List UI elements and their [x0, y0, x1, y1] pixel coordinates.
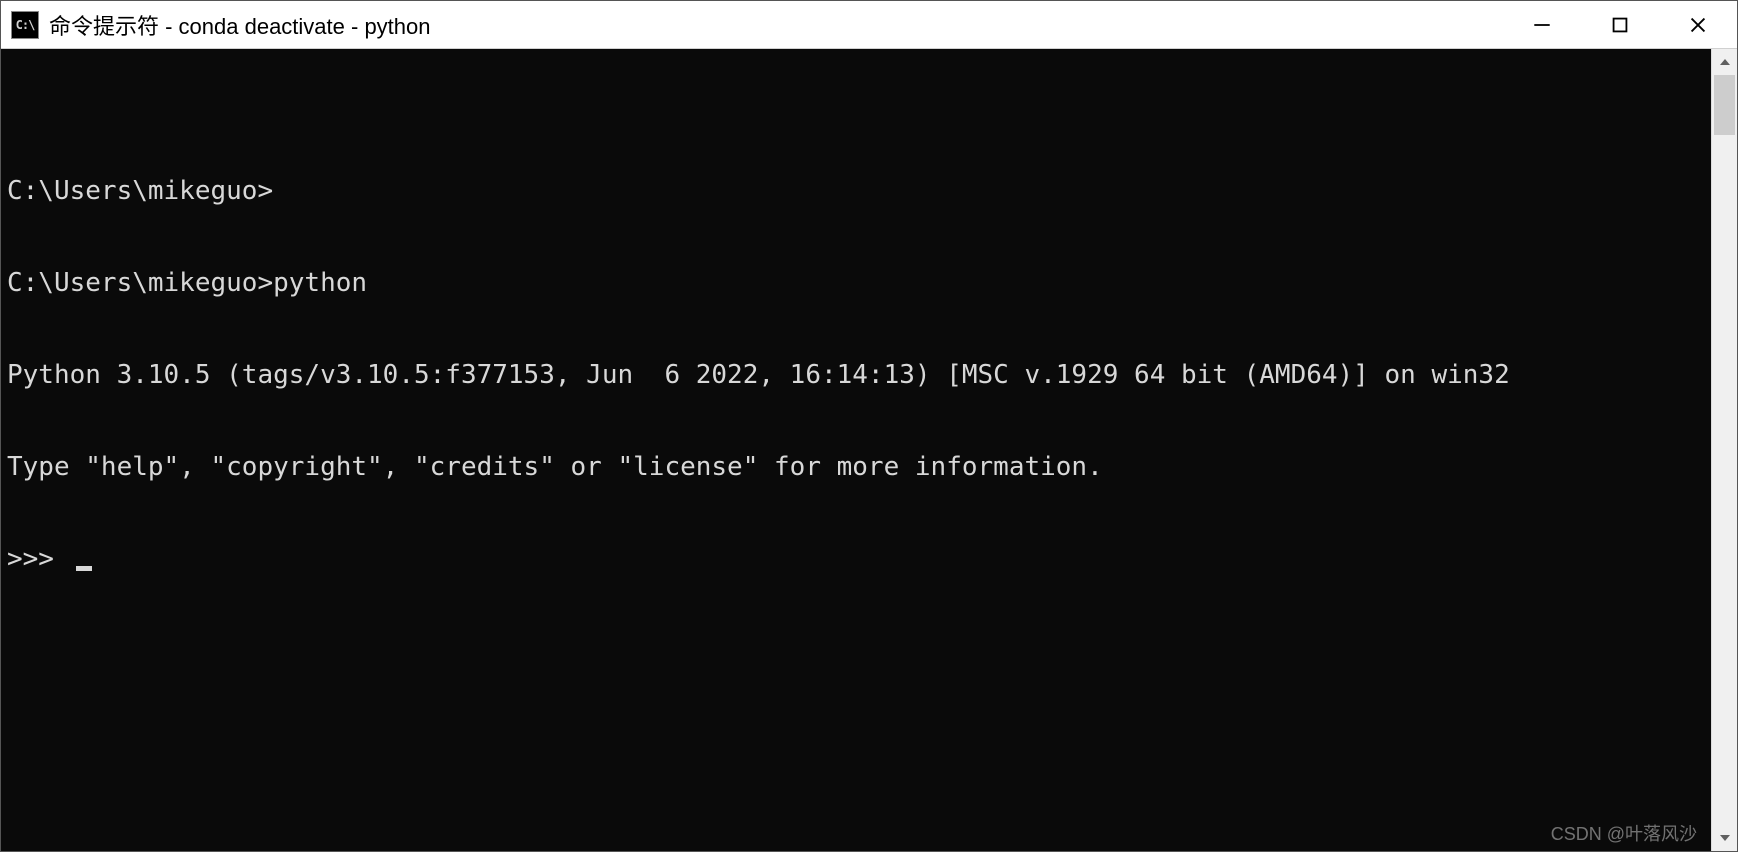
minimize-button[interactable]	[1503, 1, 1581, 48]
command-prompt-window: C:\ 命令提示符 - conda deactivate - python C:…	[0, 0, 1738, 852]
python-prompt: >>>	[7, 544, 70, 575]
window-body: C:\Users\mikeguo> C:\Users\mikeguo>pytho…	[1, 49, 1737, 851]
chevron-up-icon	[1720, 59, 1730, 65]
terminal-line: C:\Users\mikeguo>	[7, 176, 1707, 207]
terminal-line: Python 3.10.5 (tags/v3.10.5:f377153, Jun…	[7, 360, 1707, 391]
close-button[interactable]	[1659, 1, 1737, 48]
close-icon	[1689, 16, 1707, 34]
maximize-icon	[1611, 16, 1629, 34]
titlebar[interactable]: C:\ 命令提示符 - conda deactivate - python	[1, 1, 1737, 49]
vertical-scrollbar[interactable]	[1711, 49, 1737, 851]
terminal-line: Type "help", "copyright", "credits" or "…	[7, 452, 1707, 483]
scroll-down-button[interactable]	[1712, 825, 1737, 851]
terminal-prompt-line: >>>	[7, 544, 1707, 575]
terminal-area[interactable]: C:\Users\mikeguo> C:\Users\mikeguo>pytho…	[1, 49, 1711, 851]
cursor	[76, 566, 92, 571]
maximize-button[interactable]	[1581, 1, 1659, 48]
minimize-icon	[1533, 16, 1551, 34]
window-title: 命令提示符 - conda deactivate - python	[49, 9, 1503, 41]
scroll-thumb[interactable]	[1714, 75, 1735, 135]
scroll-up-button[interactable]	[1712, 49, 1737, 75]
window-controls	[1503, 1, 1737, 48]
cmd-icon: C:\	[11, 11, 39, 39]
watermark: CSDN @叶落风沙	[1551, 824, 1697, 845]
chevron-down-icon	[1720, 835, 1730, 841]
terminal-line: C:\Users\mikeguo>python	[7, 268, 1707, 299]
